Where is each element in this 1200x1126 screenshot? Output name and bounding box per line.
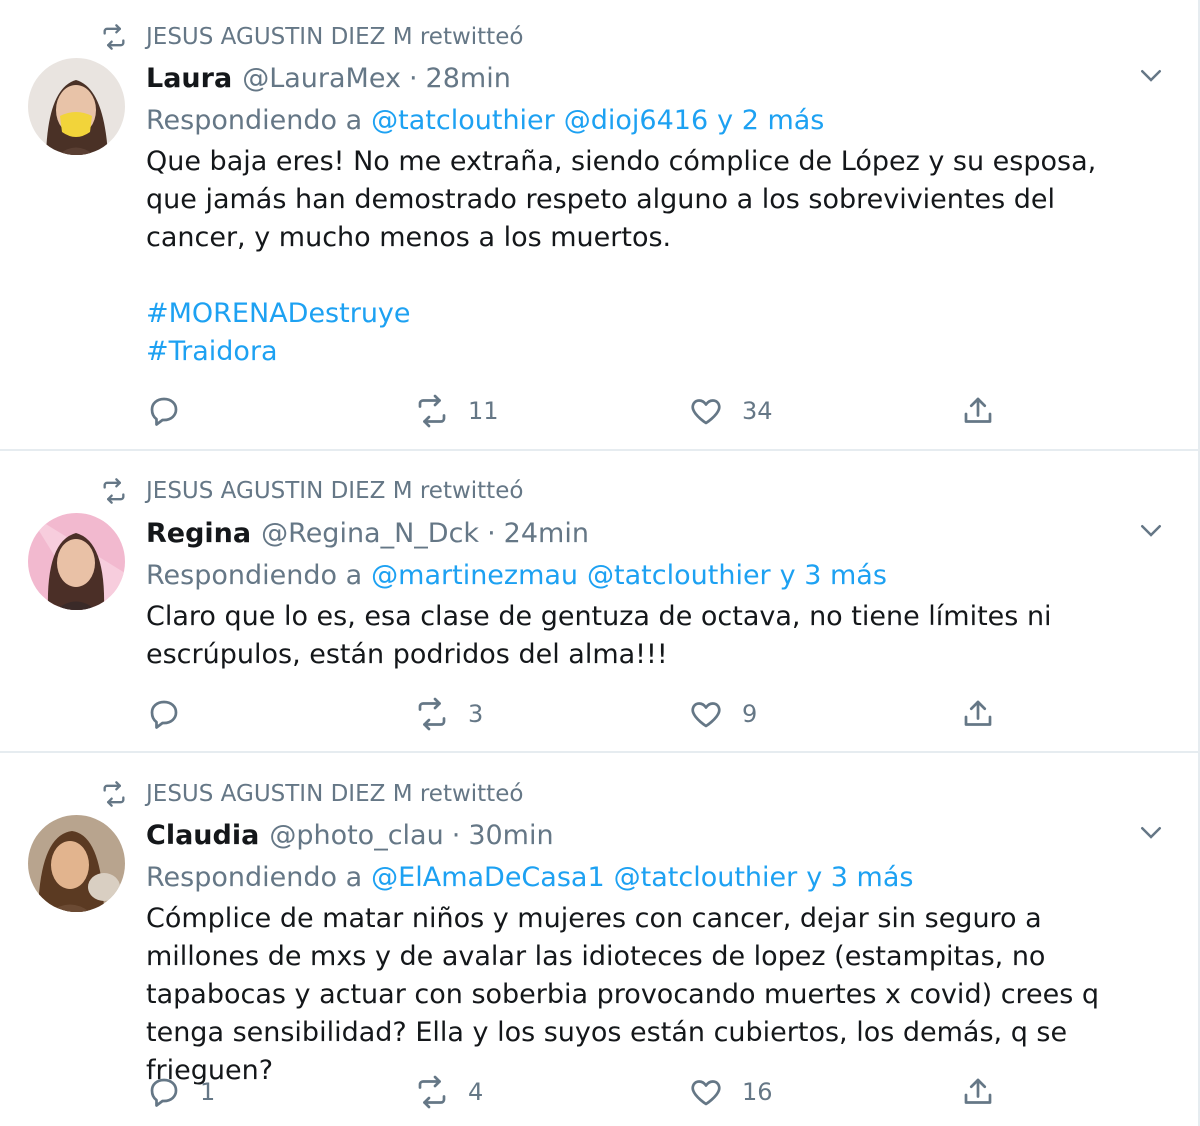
share-icon: [964, 700, 992, 726]
retweet-context-label: JESUS AGUSTIN DIEZ M retwitteó: [146, 781, 524, 807]
tweet-header: Regina @Regina_N_Dck · 24min: [146, 513, 589, 553]
header-separator: ·: [451, 819, 461, 851]
reply-mention-link[interactable]: @tatclouthier: [614, 862, 798, 893]
share-button[interactable]: [960, 694, 996, 734]
reply-icon: [150, 397, 178, 426]
tweet-actions: 3 9: [146, 694, 1026, 734]
hashtag-link[interactable]: #Traidora: [146, 333, 1146, 371]
tweet-time[interactable]: 30min: [468, 820, 553, 851]
author-name[interactable]: Regina: [146, 518, 251, 549]
retweet-button[interactable]: 11: [414, 391, 499, 431]
replying-prefix: Respondiendo a: [146, 104, 363, 136]
chevron-down-icon[interactable]: [1136, 817, 1166, 847]
tweet-card[interactable]: JESUS AGUSTIN DIEZ M retwitteó Claudia @…: [0, 753, 1200, 1126]
retweet-button[interactable]: 3: [414, 694, 483, 734]
reply-icon: [150, 700, 178, 729]
header-separator: ·: [408, 62, 418, 94]
tweet-text: Que baja eres! No me extraña, siendo cóm…: [146, 143, 1146, 371]
retweet-icon: [103, 24, 125, 50]
retweet-icon: [418, 697, 446, 731]
tweet-header: Claudia @photo_clau · 30min: [146, 815, 554, 855]
tweet-header: Laura @LauraMex · 28min: [146, 58, 511, 98]
reply-mention-link[interactable]: @martinezmau: [371, 560, 578, 591]
tweet-text: Claro que lo es, esa clase de gentuza de…: [146, 598, 1146, 674]
tweet-card[interactable]: JESUS AGUSTIN DIEZ M retwitteó Regina @R…: [0, 451, 1200, 753]
reply-button[interactable]: [146, 391, 200, 431]
tweet-time[interactable]: 28min: [426, 63, 511, 94]
tweet-text-body: Claro que lo es, esa clase de gentuza de…: [146, 601, 1052, 670]
retweet-icon: [418, 1075, 446, 1109]
retweet-context-label: JESUS AGUSTIN DIEZ M retwitteó: [146, 478, 524, 504]
tweet-text-body: Cómplice de matar niños y mujeres con ca…: [146, 903, 1100, 1086]
author-handle[interactable]: @LauraMex: [242, 63, 401, 94]
tweet-text-body: Que baja eres! No me extraña, siendo cóm…: [146, 146, 1097, 253]
tweet-time[interactable]: 24min: [504, 518, 589, 549]
author-name[interactable]: Claudia: [146, 820, 259, 851]
share-button[interactable]: [960, 391, 996, 431]
author-name[interactable]: Laura: [146, 63, 232, 94]
tweet-card[interactable]: JESUS AGUSTIN DIEZ M retwitteó Laura @La…: [0, 0, 1200, 451]
retweet-context: JESUS AGUSTIN DIEZ M retwitteó: [100, 777, 523, 811]
replying-to: Respondiendo a @martinezmau @tatclouthie…: [146, 555, 887, 595]
avatar[interactable]: [28, 513, 125, 610]
avatar[interactable]: [28, 58, 125, 155]
reply-more-link[interactable]: y 3 más: [780, 560, 887, 591]
reply-mention-link[interactable]: @dioj6416: [564, 105, 708, 136]
reply-button[interactable]: 1: [146, 1072, 215, 1112]
retweet-context: JESUS AGUSTIN DIEZ M retwitteó: [100, 474, 523, 508]
like-button[interactable]: 16: [688, 1072, 773, 1112]
reply-count: 1: [200, 1078, 216, 1106]
replying-prefix: Respondiendo a: [146, 559, 363, 591]
like-button[interactable]: 34: [688, 391, 773, 431]
retweet-context: JESUS AGUSTIN DIEZ M retwitteó: [100, 20, 523, 54]
tweet-actions: 11 34: [146, 391, 1026, 431]
replying-prefix: Respondiendo a: [146, 861, 363, 893]
author-handle[interactable]: @Regina_N_Dck: [261, 518, 479, 549]
like-count: 16: [742, 1078, 773, 1106]
heart-icon: [691, 399, 721, 425]
reply-mention-link[interactable]: @tatclouthier: [587, 560, 771, 591]
chevron-down-icon[interactable]: [1136, 515, 1166, 545]
avatar-photo: [28, 58, 125, 155]
heart-icon: [691, 702, 721, 728]
reply-more-link[interactable]: y 3 más: [806, 862, 913, 893]
avatar-photo: [28, 815, 125, 912]
retweet-icon: [103, 478, 125, 504]
retweet-icon: [418, 394, 446, 428]
replying-to: Respondiendo a @ElAmaDeCasa1 @tatclouthi…: [146, 857, 913, 897]
avatar-photo: [28, 513, 125, 610]
tweet-text: Cómplice de matar niños y mujeres con ca…: [146, 900, 1146, 1090]
retweet-button[interactable]: 4: [414, 1072, 483, 1112]
retweet-count: 11: [468, 397, 499, 425]
share-icon: [964, 1078, 992, 1104]
author-handle[interactable]: @photo_clau: [269, 820, 443, 851]
share-icon: [964, 397, 992, 423]
retweet-icon: [103, 781, 125, 807]
reply-more-link[interactable]: y 2 más: [717, 105, 824, 136]
reply-button[interactable]: [146, 694, 200, 734]
avatar[interactable]: [28, 815, 125, 912]
chevron-down-icon[interactable]: [1136, 60, 1166, 90]
timeline-feed: JESUS AGUSTIN DIEZ M retwitteó Laura @La…: [0, 0, 1200, 1126]
header-separator: ·: [487, 517, 496, 549]
like-button[interactable]: 9: [688, 694, 757, 734]
replying-to: Respondiendo a @tatclouthier @dioj6416 y…: [146, 100, 824, 140]
like-count: 34: [742, 397, 773, 425]
heart-icon: [691, 1080, 721, 1106]
reply-mention-link[interactable]: @ElAmaDeCasa1: [371, 862, 604, 893]
retweet-count: 4: [468, 1078, 484, 1106]
like-count: 9: [742, 700, 758, 728]
retweet-count: 3: [468, 700, 484, 728]
share-button[interactable]: [960, 1072, 996, 1112]
hashtag-link[interactable]: #MORENADestruye: [146, 295, 1146, 333]
retweet-context-label: JESUS AGUSTIN DIEZ M retwitteó: [146, 24, 524, 50]
tweet-actions: 1 4 16: [146, 1072, 1026, 1112]
reply-mention-link[interactable]: @tatclouthier: [371, 105, 555, 136]
reply-icon: [150, 1078, 178, 1107]
